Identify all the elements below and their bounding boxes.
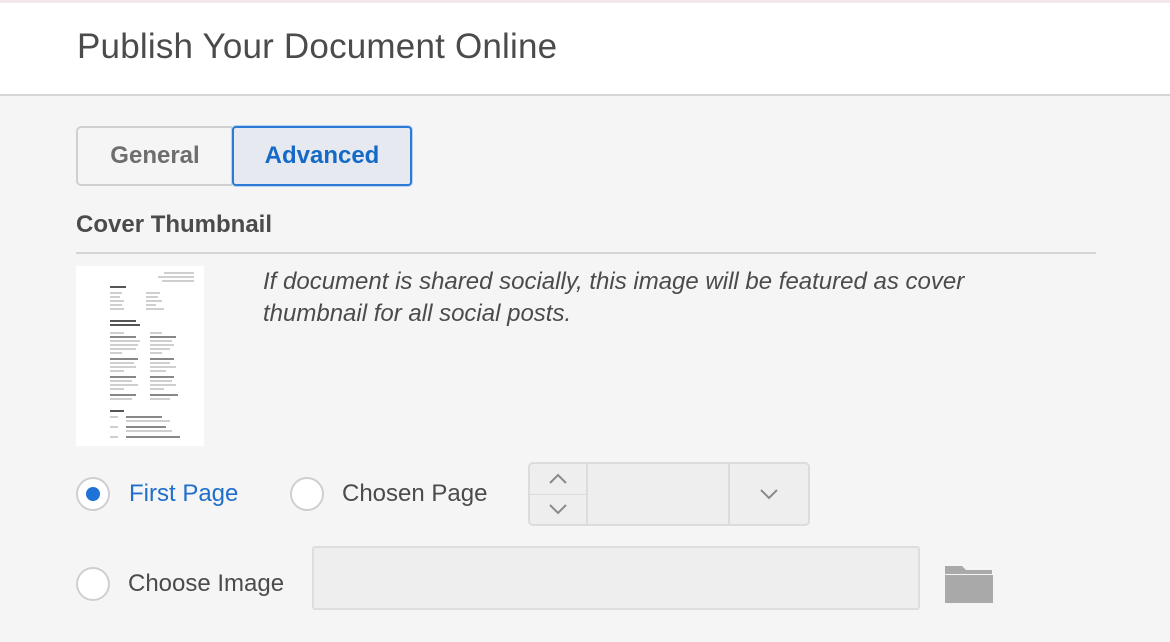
page-dropdown-button[interactable] <box>728 464 808 524</box>
dialog-header: Publish Your Document Online <box>0 3 1170 96</box>
image-path-input[interactable] <box>312 546 920 610</box>
choose-image-radio[interactable] <box>76 567 110 601</box>
section-divider <box>76 252 1096 254</box>
page-number-field[interactable] <box>588 464 730 524</box>
first-page-radio[interactable] <box>76 477 110 511</box>
tab-bar: General Advanced <box>76 126 412 190</box>
chosen-page-radio[interactable] <box>290 477 324 511</box>
chevron-up-icon <box>549 473 567 484</box>
chosen-page-label[interactable]: Chosen Page <box>342 480 487 508</box>
tab-general[interactable]: General <box>76 126 232 186</box>
stepper-arrows <box>530 464 588 524</box>
folder-icon <box>945 566 993 603</box>
browse-folder-button[interactable] <box>944 562 994 604</box>
choose-image-label[interactable]: Choose Image <box>128 570 284 598</box>
page-number-stepper[interactable] <box>528 462 810 526</box>
chevron-down-icon <box>549 504 567 515</box>
document-preview-image <box>76 266 204 446</box>
tab-advanced[interactable]: Advanced <box>232 126 412 186</box>
stepper-down-button[interactable] <box>530 494 586 524</box>
section-title-cover-thumbnail: Cover Thumbnail <box>76 211 273 238</box>
chevron-down-icon <box>760 489 778 500</box>
stepper-up-button[interactable] <box>530 464 586 495</box>
cover-thumbnail-preview <box>76 266 204 446</box>
cover-thumbnail-description: If document is shared socially, this ima… <box>263 268 965 327</box>
page-title: Publish Your Document Online <box>77 27 558 66</box>
first-page-label[interactable]: First Page <box>129 480 238 508</box>
